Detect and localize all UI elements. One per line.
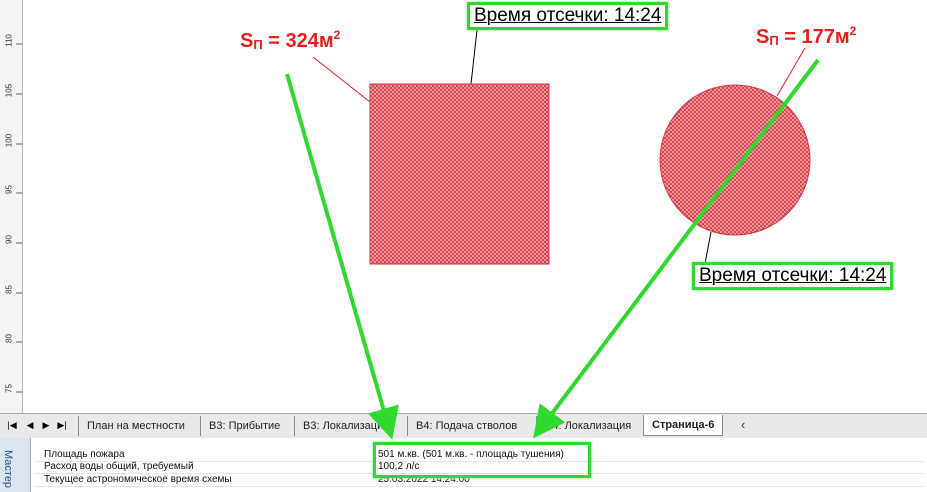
tab-site-plan[interactable]: План на местности (78, 416, 193, 436)
tab-v4-localization[interactable]: В4: Локализация (536, 416, 639, 436)
last-page-button[interactable]: ▶| (56, 419, 68, 432)
fire-zone-circle[interactable] (659, 84, 811, 236)
square-time-leader (470, 29, 478, 85)
wizard-panel-tab-label: Мастер (2, 450, 14, 489)
vertical-ruler: 110 105 100 95 90 85 80 75 (0, 0, 23, 413)
tab-v3-arrival[interactable]: В3: Прибытие (200, 416, 288, 436)
ruler-tick-marks (16, 43, 22, 393)
property-name: Расход воды общий, требуемый (44, 461, 194, 472)
drawing-canvas[interactable]: SП = 324м2 SП = 177м2 Время отсечки: 14:… (23, 0, 927, 413)
prev-page-button[interactable]: ◀ (24, 419, 36, 432)
tab-v4-hoses[interactable]: В4: Подача стволов (407, 416, 525, 436)
square-label-leader (312, 56, 371, 103)
square-cutoff-time-label: Время отсечки: 14:24 (467, 2, 669, 30)
highlight-box (373, 442, 591, 478)
circle-area-label: SП = 177м2 (756, 24, 857, 48)
property-name: Площадь пожара (44, 449, 125, 460)
tab-scroll-left-icon[interactable]: ‹ (741, 417, 745, 432)
property-name: Текущее астрономическое время схемы (44, 474, 232, 485)
fire-zone-square[interactable] (369, 83, 550, 265)
next-page-button[interactable]: ▶ (40, 419, 52, 432)
page-tab-bar: |◀ ◀ ▶ ▶| План на местности В3: Прибытие… (0, 413, 927, 439)
first-page-button[interactable]: |◀ (6, 419, 18, 432)
tab-v3-localization[interactable]: В3: Локализация (294, 416, 397, 436)
square-area-label: SП = 324м2 (240, 28, 341, 52)
wizard-panel-tab[interactable]: Мастер (0, 438, 31, 492)
circle-cutoff-time-label: Время отсечки: 14:24 (692, 262, 894, 290)
circle-label-leader (776, 47, 806, 97)
tab-page-6[interactable]: Страница-6 (643, 415, 724, 436)
